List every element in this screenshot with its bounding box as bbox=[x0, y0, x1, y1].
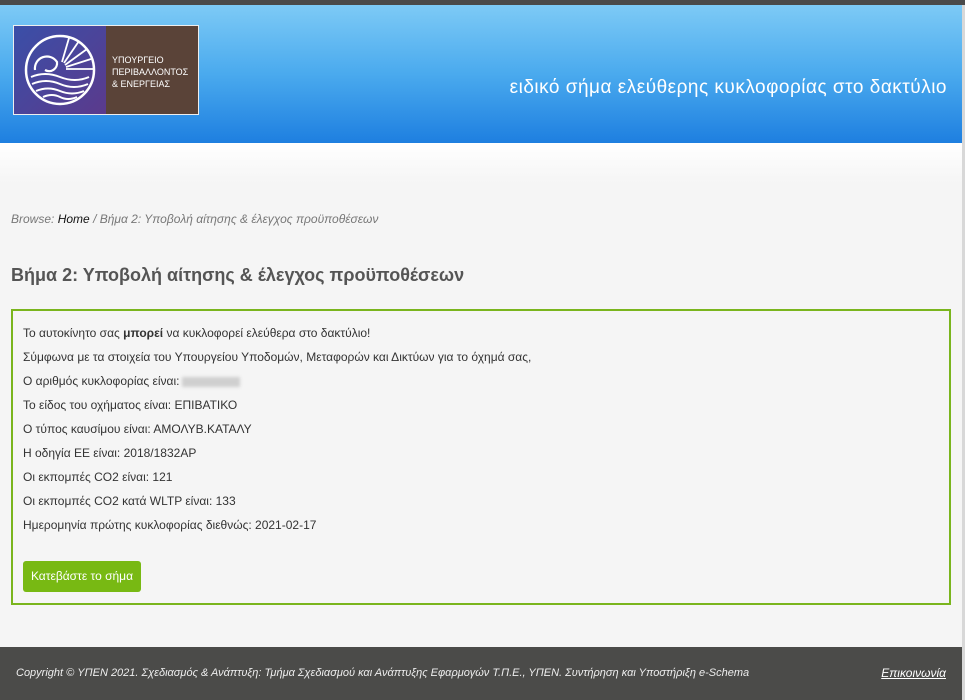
ministry-logo[interactable]: ΥΠΟΥΡΓΕΙΟ ΠΕΡΙΒΑΛΛΟΝΤΟΣ & ΕΝΕΡΓΕΙΑΣ bbox=[13, 25, 199, 115]
eligibility-text: Το αυτοκίνητο σας bbox=[23, 326, 124, 340]
site-footer: Copyright © ΥΠΕΝ 2021. Σχεδιασμός & Ανάπ… bbox=[0, 647, 962, 700]
eligibility-text: να κυκλοφορεί ελεύθερα στο δακτύλιο! bbox=[163, 326, 371, 340]
site-title: ειδικό σήμα ελεύθερης κυκλοφορίας στο δα… bbox=[509, 77, 947, 98]
result-details: Το αυτοκίνητο σας μπορεί να κυκλοφορεί ε… bbox=[23, 325, 531, 541]
first-registration-row: Ημερομηνία πρώτης κυκλοφορίας διεθνώς: 2… bbox=[23, 518, 317, 532]
logo-line: ΥΠΟΥΡΓΕΙΟ bbox=[112, 55, 164, 65]
ministry-name: ΥΠΟΥΡΓΕΙΟ ΠΕΡΙΒΑΛΛΟΝΤΟΣ & ΕΝΕΡΓΕΙΑΣ bbox=[106, 26, 198, 114]
logo-line: ΠΕΡΙΒΑΛΛΟΝΤΟΣ bbox=[112, 67, 189, 77]
breadcrumb-current: Βήμα 2: Υποβολή αίτησης & έλεγχος προϋπο… bbox=[99, 212, 379, 226]
breadcrumb: Browse: Home / Βήμα 2: Υποβολή αίτησης &… bbox=[11, 212, 378, 226]
breadcrumb-home-link[interactable]: Home bbox=[58, 212, 90, 226]
logo-line: & ΕΝΕΡΓΕΙΑΣ bbox=[112, 79, 171, 89]
header-shadow-band bbox=[0, 143, 962, 183]
site-header: ΥΠΟΥΡΓΕΙΟ ΠΕΡΙΒΑΛΛΟΝΤΟΣ & ΕΝΕΡΓΕΙΑΣ ειδι… bbox=[0, 5, 962, 143]
result-panel: Το αυτοκίνητο σας μπορεί να κυκλοφορεί ε… bbox=[11, 309, 951, 605]
plate-number-row: Ο αριθμός κυκλοφορίας είναι: bbox=[23, 373, 531, 397]
vehicle-type-row: Το είδος του οχήματος είναι: ΕΠΙΒΑΤΙΚΟ bbox=[23, 398, 238, 412]
plate-number-label: Ο αριθμός κυκλοφορίας είναι: bbox=[23, 374, 180, 388]
eligibility-message: Το αυτοκίνητο σας μπορεί να κυκλοφορεί ε… bbox=[23, 325, 531, 349]
breadcrumb-separator: / bbox=[93, 212, 97, 226]
page-title: Βήμα 2: Υποβολή αίτησης & έλεγχος προϋπο… bbox=[11, 265, 465, 285]
source-note: Σύμφωνα με τα στοιχεία του Υπουργείου Υπ… bbox=[23, 350, 532, 364]
eligibility-emphasis: μπορεί bbox=[123, 326, 164, 340]
breadcrumb-prefix: Browse: bbox=[11, 212, 55, 226]
footer-copyright: Copyright © ΥΠΕΝ 2021. Σχεδιασμός & Ανάπ… bbox=[16, 667, 750, 679]
redacted-plate-number bbox=[181, 376, 240, 387]
eu-directive-row: Η οδηγία ΕΕ είναι: 2018/1832AP bbox=[23, 446, 197, 460]
co2-row: Οι εκπομπές CO2 είναι: 121 bbox=[23, 470, 173, 484]
co2-wltp-row: Οι εκπομπές CO2 κατά WLTP είναι: 133 bbox=[23, 494, 236, 508]
sun-waves-emblem-icon bbox=[14, 26, 106, 114]
download-badge-button[interactable]: Κατεβάστε το σήμα bbox=[23, 561, 141, 592]
fuel-type-row: Ο τύπος καυσίμου είναι: ΑΜΟΛΥΒ.ΚΑΤΑΛΥ bbox=[23, 422, 252, 436]
contact-link[interactable]: Επικοινωνία bbox=[881, 666, 946, 680]
